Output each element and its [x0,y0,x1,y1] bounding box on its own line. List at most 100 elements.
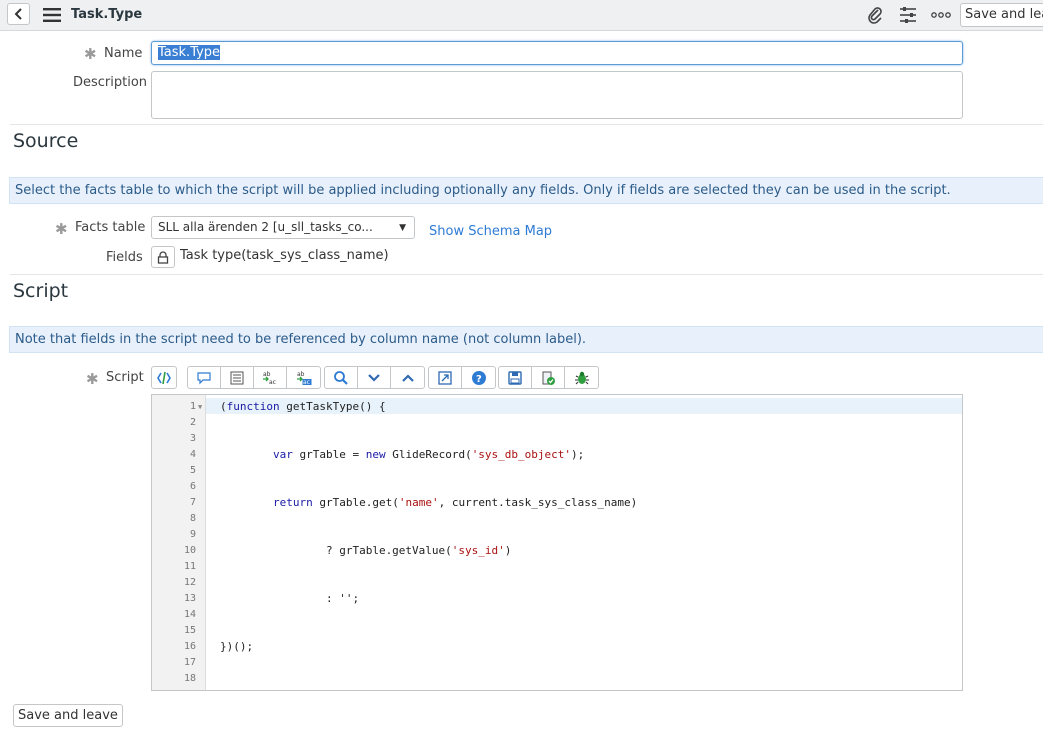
help-button[interactable]: ? [462,367,495,388]
save-and-leave-button-top[interactable]: Save and leave [960,3,1043,27]
code-line[interactable]: 8 [152,511,962,527]
facts-table-value: SLL alla ärenden 2 [u_sll_tasks_co... [158,220,373,234]
replace-icon: abac [263,371,276,386]
line-number: 16 [183,641,196,652]
source-section-title: Source [13,130,79,152]
mandatory-icon: ✱ [84,45,97,63]
save-script-button[interactable] [499,367,532,388]
code-line[interactable]: 3 [152,431,962,447]
paperclip-icon[interactable] [867,6,883,24]
code-line[interactable]: 15 [152,623,962,639]
code-line[interactable]: 1 ▼ (function getTaskType() { [152,399,962,415]
unlock-fields-button[interactable] [151,246,175,268]
facts-table-label: Facts table [75,220,146,235]
code-line[interactable]: 16})(); [152,639,962,655]
sliders-icon[interactable] [899,6,917,24]
line-number: 6 [189,481,196,492]
fullscreen-icon [438,370,452,385]
code-text: ? grTable.getValue('sys_id') [220,544,512,557]
source-info-message: Select the facts table to which the scri… [9,177,1043,204]
code-line[interactable]: 4 var grTable = new GlideRecord('sys_db_… [152,447,962,463]
code-line[interactable]: 14 [152,607,962,623]
script-label: Script [106,370,144,385]
find-previous-button[interactable] [391,367,424,388]
code-line[interactable]: 13 : ''; [152,591,962,607]
divider [10,124,1043,125]
back-button[interactable] [7,3,30,25]
code-line[interactable]: 6 [152,479,962,495]
script-section-title: Script [13,280,69,302]
chevron-up-icon [401,373,414,382]
line-number: 18 [183,673,196,684]
comment-button[interactable] [188,367,221,388]
fold-icon[interactable]: ▼ [198,399,202,415]
back-icon [14,8,22,20]
fields-label: Fields [106,250,143,265]
format-button[interactable] [221,367,254,388]
comment-icon [197,371,211,384]
line-number: 14 [183,609,196,620]
name-label: Name [104,46,143,61]
search-button[interactable] [325,367,358,388]
fields-value: Task type(task_sys_class_name) [180,248,389,263]
page-title: Task.Type [71,7,143,22]
replace-button[interactable]: ab ac [254,367,287,388]
more-icon[interactable] [931,11,951,19]
line-number: 4 [189,449,196,460]
code-line[interactable]: 12 [152,575,962,591]
find-next-button[interactable] [358,367,391,388]
description-label: Description [73,75,148,90]
svg-text:ac: ac [269,379,276,386]
replace-all-icon: abac [296,371,311,386]
show-schema-map-link[interactable]: Show Schema Map [429,224,552,239]
script-action-toolbar [498,366,599,389]
name-value: Task.Type [158,45,221,60]
mandatory-icon: ✱ [55,220,68,238]
search-toolbar [324,366,425,389]
save-icon [508,370,522,385]
script-debugger-button[interactable] [532,367,565,388]
script-editor[interactable]: 1 ▼ (function getTaskType() {2 3 4 var grTab… [151,394,963,691]
line-number: 7 [189,497,196,508]
code-line[interactable]: 18 [152,671,962,687]
name-input[interactable]: Task.Type [151,41,963,65]
fullscreen-button[interactable] [429,367,462,388]
form-header: Task.Type Save and leave [0,0,1043,31]
line-number: 3 [189,433,196,444]
description-textarea[interactable] [151,71,963,119]
view-toolbar: ? [428,366,496,389]
svg-text:ac: ac [303,379,310,386]
line-number: 2 [189,417,196,428]
code-line[interactable]: 2 [152,415,962,431]
help-icon: ? [471,370,486,385]
line-number: 17 [183,657,196,668]
hamburger-icon[interactable] [42,7,62,23]
code-text: return grTable.get('name', current.task_… [272,496,638,509]
code-line[interactable]: 7 return grTable.get('name', current.tas… [152,495,962,511]
script-info-message: Note that fields in the script need to b… [9,326,1043,353]
line-number: 11 [183,561,196,572]
mandatory-icon: ✱ [86,370,99,388]
line-number: 8 [189,513,196,524]
facts-table-select[interactable]: SLL alla ärenden 2 [u_sll_tasks_co... ▼ [151,216,415,239]
code-line[interactable]: 10 ? grTable.getValue('sys_id') [152,543,962,559]
code-text: (function getTaskType() { [220,400,386,413]
line-number: 9 [189,529,196,540]
toggle-syntax-icon [157,371,171,384]
line-number: 15 [183,625,196,636]
code-line[interactable]: 11 [152,559,962,575]
script-toolbar: ab ac ab ac [187,366,321,389]
lock-icon [157,251,169,264]
code-line[interactable]: 17 [152,655,962,671]
line-number: 10 [183,545,196,556]
code-line[interactable]: 9 [152,527,962,543]
svg-text:?: ? [476,374,482,385]
save-and-leave-button[interactable]: Save and leave [13,704,123,727]
code-line[interactable]: 5 [152,463,962,479]
format-icon [230,371,244,384]
divider [10,274,1043,275]
toggle-syntax-button[interactable] [151,366,177,389]
replace-all-button[interactable]: ab ac [287,367,320,388]
script-debugger-icon [542,371,555,385]
debug-button[interactable] [565,367,598,388]
